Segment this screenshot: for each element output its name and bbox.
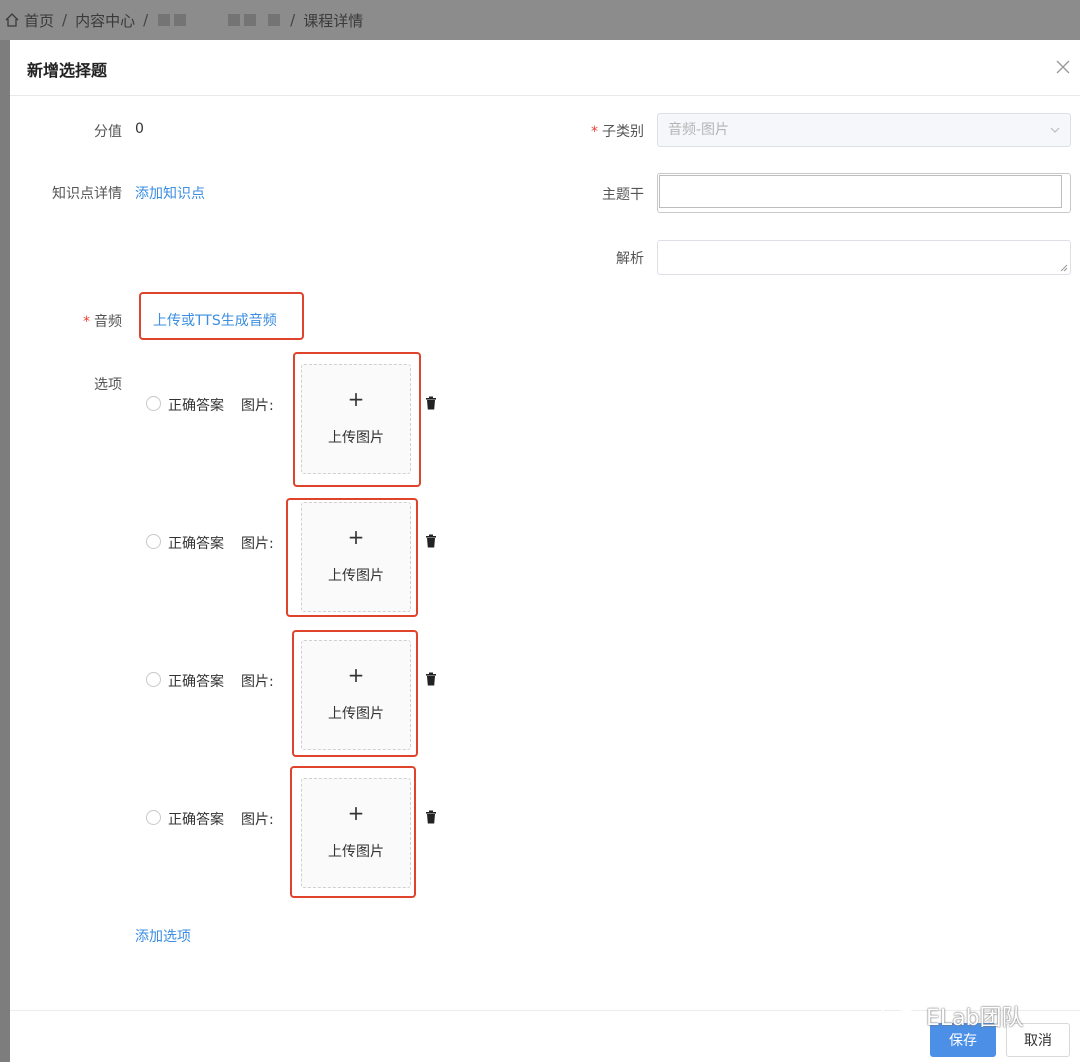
upload-image-text: 上传图片 bbox=[328, 844, 384, 860]
watermark: ELab团队 bbox=[880, 1000, 1024, 1032]
required-mark: * bbox=[591, 124, 598, 140]
breadcrumb-home[interactable]: 首页 bbox=[24, 10, 54, 31]
stem-label: 主题干 bbox=[602, 187, 644, 203]
audio-label: * 音频 bbox=[60, 311, 122, 331]
upload-image-text: 上传图片 bbox=[328, 568, 384, 584]
correct-answer-radio[interactable] bbox=[146, 672, 161, 687]
breadcrumb-content-center[interactable]: 内容中心 bbox=[75, 10, 135, 31]
breadcrumb-separator: / bbox=[290, 11, 296, 29]
watermark-text: ELab团队 bbox=[926, 1006, 1024, 1031]
subcategory-value: 音频-图片 bbox=[668, 122, 730, 138]
correct-answer-label: 正确答案 bbox=[168, 674, 224, 690]
dialog-header: 新增选择题 bbox=[10, 40, 1080, 96]
redacted-block bbox=[244, 14, 257, 26]
upload-image-card[interactable]: + 上传图片 bbox=[301, 640, 411, 750]
add-choice-question-dialog: 新增选择题 分值 0 知识点详情 添加知识点 * 子类别 音频-图片 主题干 解析… bbox=[10, 40, 1080, 1062]
plus-icon: + bbox=[347, 525, 365, 549]
score-label: 分值 bbox=[94, 124, 122, 140]
breadcrumb: 首页 / 内容中心 / / 课程详情 bbox=[0, 0, 1080, 40]
score-value: 0 bbox=[135, 121, 144, 137]
subcategory-select[interactable]: 音频-图片 bbox=[657, 113, 1071, 147]
add-knowledge-link[interactable]: 添加知识点 bbox=[135, 183, 205, 203]
home-icon[interactable] bbox=[4, 12, 20, 28]
redacted-block bbox=[228, 14, 241, 26]
dialog-title: 新增选择题 bbox=[27, 61, 108, 80]
upload-image-text: 上传图片 bbox=[328, 430, 384, 446]
image-label: 图片: bbox=[241, 812, 274, 828]
chevron-down-icon bbox=[1050, 127, 1060, 133]
breadcrumb-separator: / bbox=[143, 11, 149, 29]
redacted-block bbox=[174, 14, 187, 26]
upload-image-text: 上传图片 bbox=[328, 706, 384, 722]
correct-answer-label: 正确答案 bbox=[168, 812, 224, 828]
subcategory-label: * 子类别 bbox=[570, 121, 644, 141]
options-label: 选项 bbox=[94, 377, 122, 393]
knowledge-label: 知识点详情 bbox=[52, 186, 122, 202]
close-icon[interactable] bbox=[1056, 60, 1070, 74]
plus-icon: + bbox=[347, 801, 365, 825]
required-mark: * bbox=[83, 314, 90, 330]
trash-icon[interactable] bbox=[425, 396, 437, 410]
close-button[interactable] bbox=[1052, 56, 1074, 78]
audio-label-text: 音频 bbox=[94, 314, 122, 330]
upload-tts-audio-link[interactable]: 上传或TTS生成音频 bbox=[153, 310, 277, 330]
analysis-input[interactable] bbox=[657, 240, 1071, 275]
resize-handle-icon[interactable] bbox=[1060, 264, 1068, 272]
subcategory-label-text: 子类别 bbox=[602, 124, 644, 140]
upload-image-card[interactable]: + 上传图片 bbox=[301, 778, 411, 888]
image-label: 图片: bbox=[241, 536, 274, 552]
wechat-icon bbox=[881, 1003, 918, 1029]
trash-icon[interactable] bbox=[425, 534, 437, 548]
add-option-link[interactable]: 添加选项 bbox=[135, 926, 191, 946]
correct-answer-label: 正确答案 bbox=[168, 536, 224, 552]
image-label: 图片: bbox=[241, 674, 274, 690]
correct-answer-radio[interactable] bbox=[146, 534, 161, 549]
stem-input-inner bbox=[659, 175, 1062, 208]
redacted-block bbox=[268, 14, 281, 26]
correct-answer-radio[interactable] bbox=[146, 810, 161, 825]
breadcrumb-separator: / bbox=[62, 11, 68, 29]
image-label: 图片: bbox=[241, 398, 274, 414]
correct-answer-label: 正确答案 bbox=[168, 398, 224, 414]
trash-icon[interactable] bbox=[425, 810, 437, 824]
analysis-label: 解析 bbox=[616, 251, 644, 267]
upload-image-card[interactable]: + 上传图片 bbox=[301, 364, 411, 474]
upload-image-card[interactable]: + 上传图片 bbox=[301, 502, 411, 612]
stem-input[interactable] bbox=[657, 173, 1071, 213]
trash-icon[interactable] bbox=[425, 672, 437, 686]
redacted-block bbox=[158, 14, 171, 26]
plus-icon: + bbox=[347, 663, 365, 687]
plus-icon: + bbox=[347, 387, 365, 411]
correct-answer-radio[interactable] bbox=[146, 396, 161, 411]
breadcrumb-current: 课程详情 bbox=[303, 11, 364, 30]
